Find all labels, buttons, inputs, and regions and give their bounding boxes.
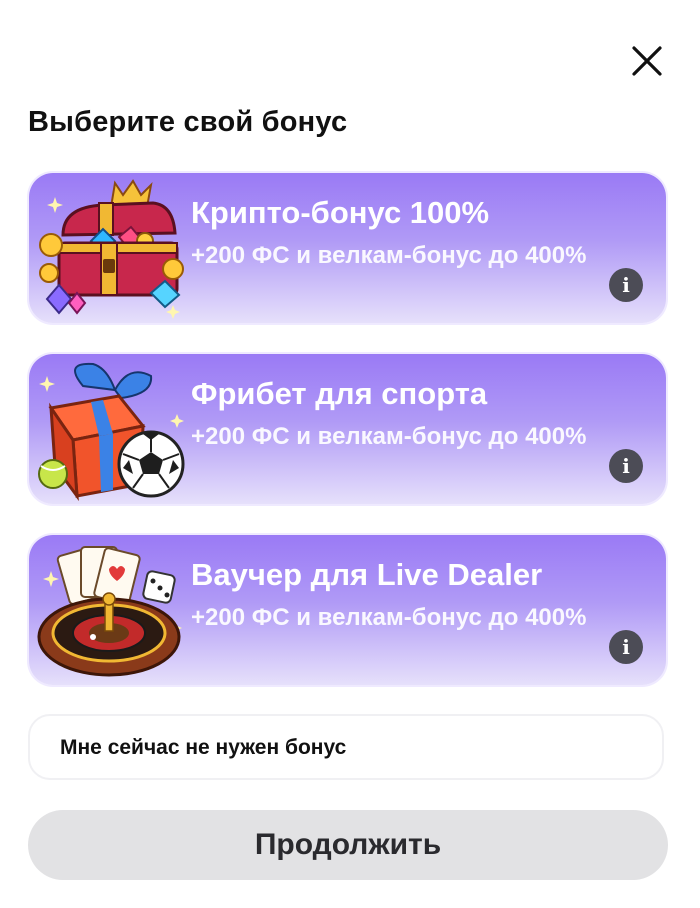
continue-button[interactable]: Продолжить <box>28 810 668 880</box>
bonus-card-description: +200 ФС и велкам-бонус до 400% <box>191 423 587 450</box>
close-icon <box>632 46 662 76</box>
bonus-card-description: +200 ФС и велкам-бонус до 400% <box>191 604 587 631</box>
bonus-selection-dialog: Выберите свой бонус Крипто-бонус 100% +2… <box>0 0 700 908</box>
info-icon[interactable]: i <box>609 449 643 483</box>
no-bonus-label: Мне сейчас не нужен бонус <box>60 736 347 759</box>
gift-sports-icon <box>38 362 185 502</box>
treasure-chest-icon <box>39 179 184 319</box>
bonus-card-live-dealer[interactable]: Ваучер для Live Dealer +200 ФС и велкам-… <box>29 535 666 685</box>
bonus-card-description: +200 ФС и велкам-бонус до 400% <box>191 242 587 269</box>
roulette-cards-icon <box>37 546 182 677</box>
bonus-card-title: Фрибет для спорта <box>191 376 488 411</box>
info-icon[interactable]: i <box>609 268 643 302</box>
bonus-card-title: Ваучер для Live Dealer <box>191 557 543 592</box>
page-title: Выберите свой бонус <box>28 106 348 138</box>
bonus-card-sports[interactable]: Фрибет для спорта +200 ФС и велкам-бонус… <box>29 354 666 504</box>
close-button[interactable] <box>626 40 668 82</box>
info-icon[interactable]: i <box>609 630 643 664</box>
no-bonus-option[interactable]: Мне сейчас не нужен бонус <box>28 714 664 780</box>
bonus-card-title: Крипто-бонус 100% <box>191 195 490 230</box>
bonus-card-crypto[interactable]: Крипто-бонус 100% +200 ФС и велкам-бонус… <box>29 173 666 323</box>
